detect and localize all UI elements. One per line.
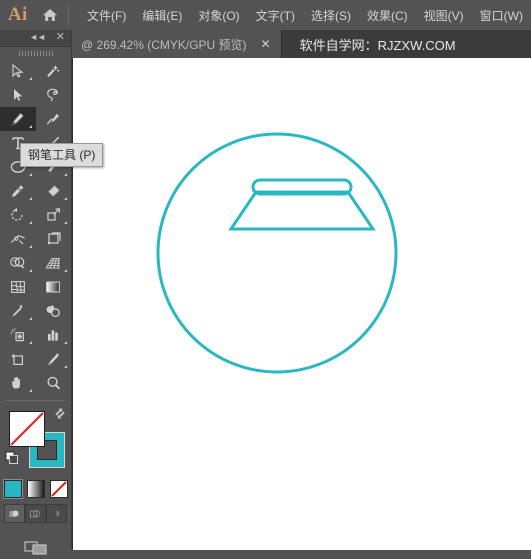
fill-swatch[interactable]	[9, 411, 45, 447]
screen-mode-section	[0, 537, 71, 559]
tool-corner-indicator	[64, 269, 67, 272]
slice-tool[interactable]	[36, 347, 72, 371]
column-graph-tool[interactable]	[36, 323, 72, 347]
tool-corner-indicator	[28, 221, 32, 224]
tool-corner-indicator	[64, 173, 67, 176]
tool-grid	[0, 59, 71, 395]
menu-item-list: 文件(F) 编辑(E) 对象(O) 文字(T) 选择(S) 效果(C) 视图(V…	[79, 4, 531, 27]
menu-bar: Ai 文件(F) 编辑(E) 对象(O) 文字(T) 选择(S) 效果(C) 视…	[0, 0, 531, 30]
free-transform-tool[interactable]	[36, 227, 72, 251]
rotate-tool[interactable]	[0, 203, 36, 227]
menu-edit[interactable]: 编辑(E)	[134, 4, 190, 27]
mesh-tool[interactable]	[0, 275, 36, 299]
color-swatch[interactable]	[2, 479, 23, 499]
menu-view[interactable]: 视图(V)	[416, 4, 472, 27]
draw-mode-buttons	[0, 504, 71, 523]
tool-corner-indicator	[28, 197, 32, 200]
app-logo: Ai	[7, 4, 28, 25]
artboard-canvas[interactable]	[71, 58, 531, 550]
pen-tool[interactable]	[0, 107, 36, 131]
gradient-tool[interactable]	[36, 275, 72, 299]
perspective-grid-tool[interactable]	[36, 251, 72, 275]
menu-file[interactable]: 文件(F)	[79, 4, 134, 27]
menubar-divider	[68, 6, 70, 24]
zoom-tool[interactable]	[36, 371, 72, 395]
tool-corner-indicator	[28, 245, 32, 248]
draw-inside-mode[interactable]	[46, 504, 67, 523]
fill-stroke-controls	[0, 405, 71, 477]
tool-corner-indicator	[28, 269, 32, 272]
none-slash-icon	[10, 412, 44, 446]
document-tab[interactable]: @ 269.42% (CMYK/GPU 预览) ✕	[71, 30, 282, 58]
width-tool[interactable]	[0, 227, 36, 251]
artboard-tool[interactable]	[0, 347, 36, 371]
blend-tool[interactable]	[36, 299, 72, 323]
tool-corner-indicator	[28, 317, 32, 320]
menu-effect[interactable]: 效果(C)	[359, 4, 416, 27]
eyedropper-tool[interactable]	[0, 299, 36, 323]
outer-circle	[156, 132, 398, 374]
tool-corner-indicator	[64, 197, 67, 200]
document-tab-title: @ 269.42% (CMYK/GPU 预览)	[81, 37, 247, 52]
toolpanel-divider	[6, 400, 65, 401]
color-mode-swatches	[0, 479, 71, 499]
tool-corner-indicator	[28, 173, 32, 176]
tool-tooltip: 钢笔工具 (P)	[20, 143, 104, 167]
tools-panel-header: ◄◄ ✕	[0, 30, 71, 47]
tool-corner-indicator	[64, 221, 67, 224]
illustrator-window: Ai 文件(F) 编辑(E) 对象(O) 文字(T) 选择(S) 效果(C) 视…	[0, 0, 531, 555]
selection-tool[interactable]	[0, 59, 36, 83]
symbol-sprayer-tool[interactable]	[0, 323, 36, 347]
gradient-swatch[interactable]	[26, 480, 45, 498]
direct-selection-tool[interactable]	[0, 83, 36, 107]
menu-type[interactable]: 文字(T)	[248, 4, 303, 27]
shape-builder-tool[interactable]	[0, 251, 36, 275]
default-fill-stroke-icon[interactable]	[5, 451, 19, 465]
curvature-tool[interactable]	[36, 107, 72, 131]
tool-corner-indicator	[28, 77, 32, 80]
tool-corner-indicator	[28, 341, 32, 344]
tool-corner-indicator	[64, 341, 67, 344]
hand-tool[interactable]	[0, 371, 36, 395]
menu-window[interactable]: 窗口(W)	[472, 4, 531, 27]
draw-behind-mode[interactable]	[25, 504, 46, 523]
change-screen-mode-button[interactable]	[21, 537, 51, 559]
swap-fill-stroke-icon[interactable]	[53, 407, 67, 421]
close-icon[interactable]: ✕	[259, 38, 273, 50]
tool-corner-indicator	[64, 365, 67, 368]
menu-select[interactable]: 选择(S)	[303, 4, 359, 27]
watermark-text: 软件自学网：RJZXW.COM	[299, 37, 456, 53]
home-icon[interactable]	[36, 0, 65, 30]
menu-object[interactable]: 对象(O)	[190, 4, 247, 27]
collapse-panel-icon[interactable]: ◄◄	[29, 32, 46, 42]
scale-tool[interactable]	[36, 203, 72, 227]
pencil-tool[interactable]	[0, 179, 36, 203]
lamp-shade-trapezoid	[228, 190, 376, 231]
document-tab-bar: @ 269.42% (CMYK/GPU 预览) ✕ 软件自学网：RJZXW.CO…	[0, 30, 531, 58]
tool-corner-indicator	[28, 389, 32, 392]
tools-panel: ◄◄ ✕	[0, 30, 72, 555]
artwork-svg	[156, 132, 398, 374]
draw-normal-mode[interactable]	[4, 504, 25, 523]
panel-drag-handle[interactable]	[0, 47, 71, 59]
none-swatch[interactable]	[49, 480, 68, 498]
eraser-tool[interactable]	[36, 179, 72, 203]
magic-wand-tool[interactable]	[36, 59, 72, 83]
tool-corner-indicator	[28, 125, 32, 128]
lasso-tool[interactable]	[36, 83, 72, 107]
close-panel-icon[interactable]: ✕	[56, 31, 65, 43]
